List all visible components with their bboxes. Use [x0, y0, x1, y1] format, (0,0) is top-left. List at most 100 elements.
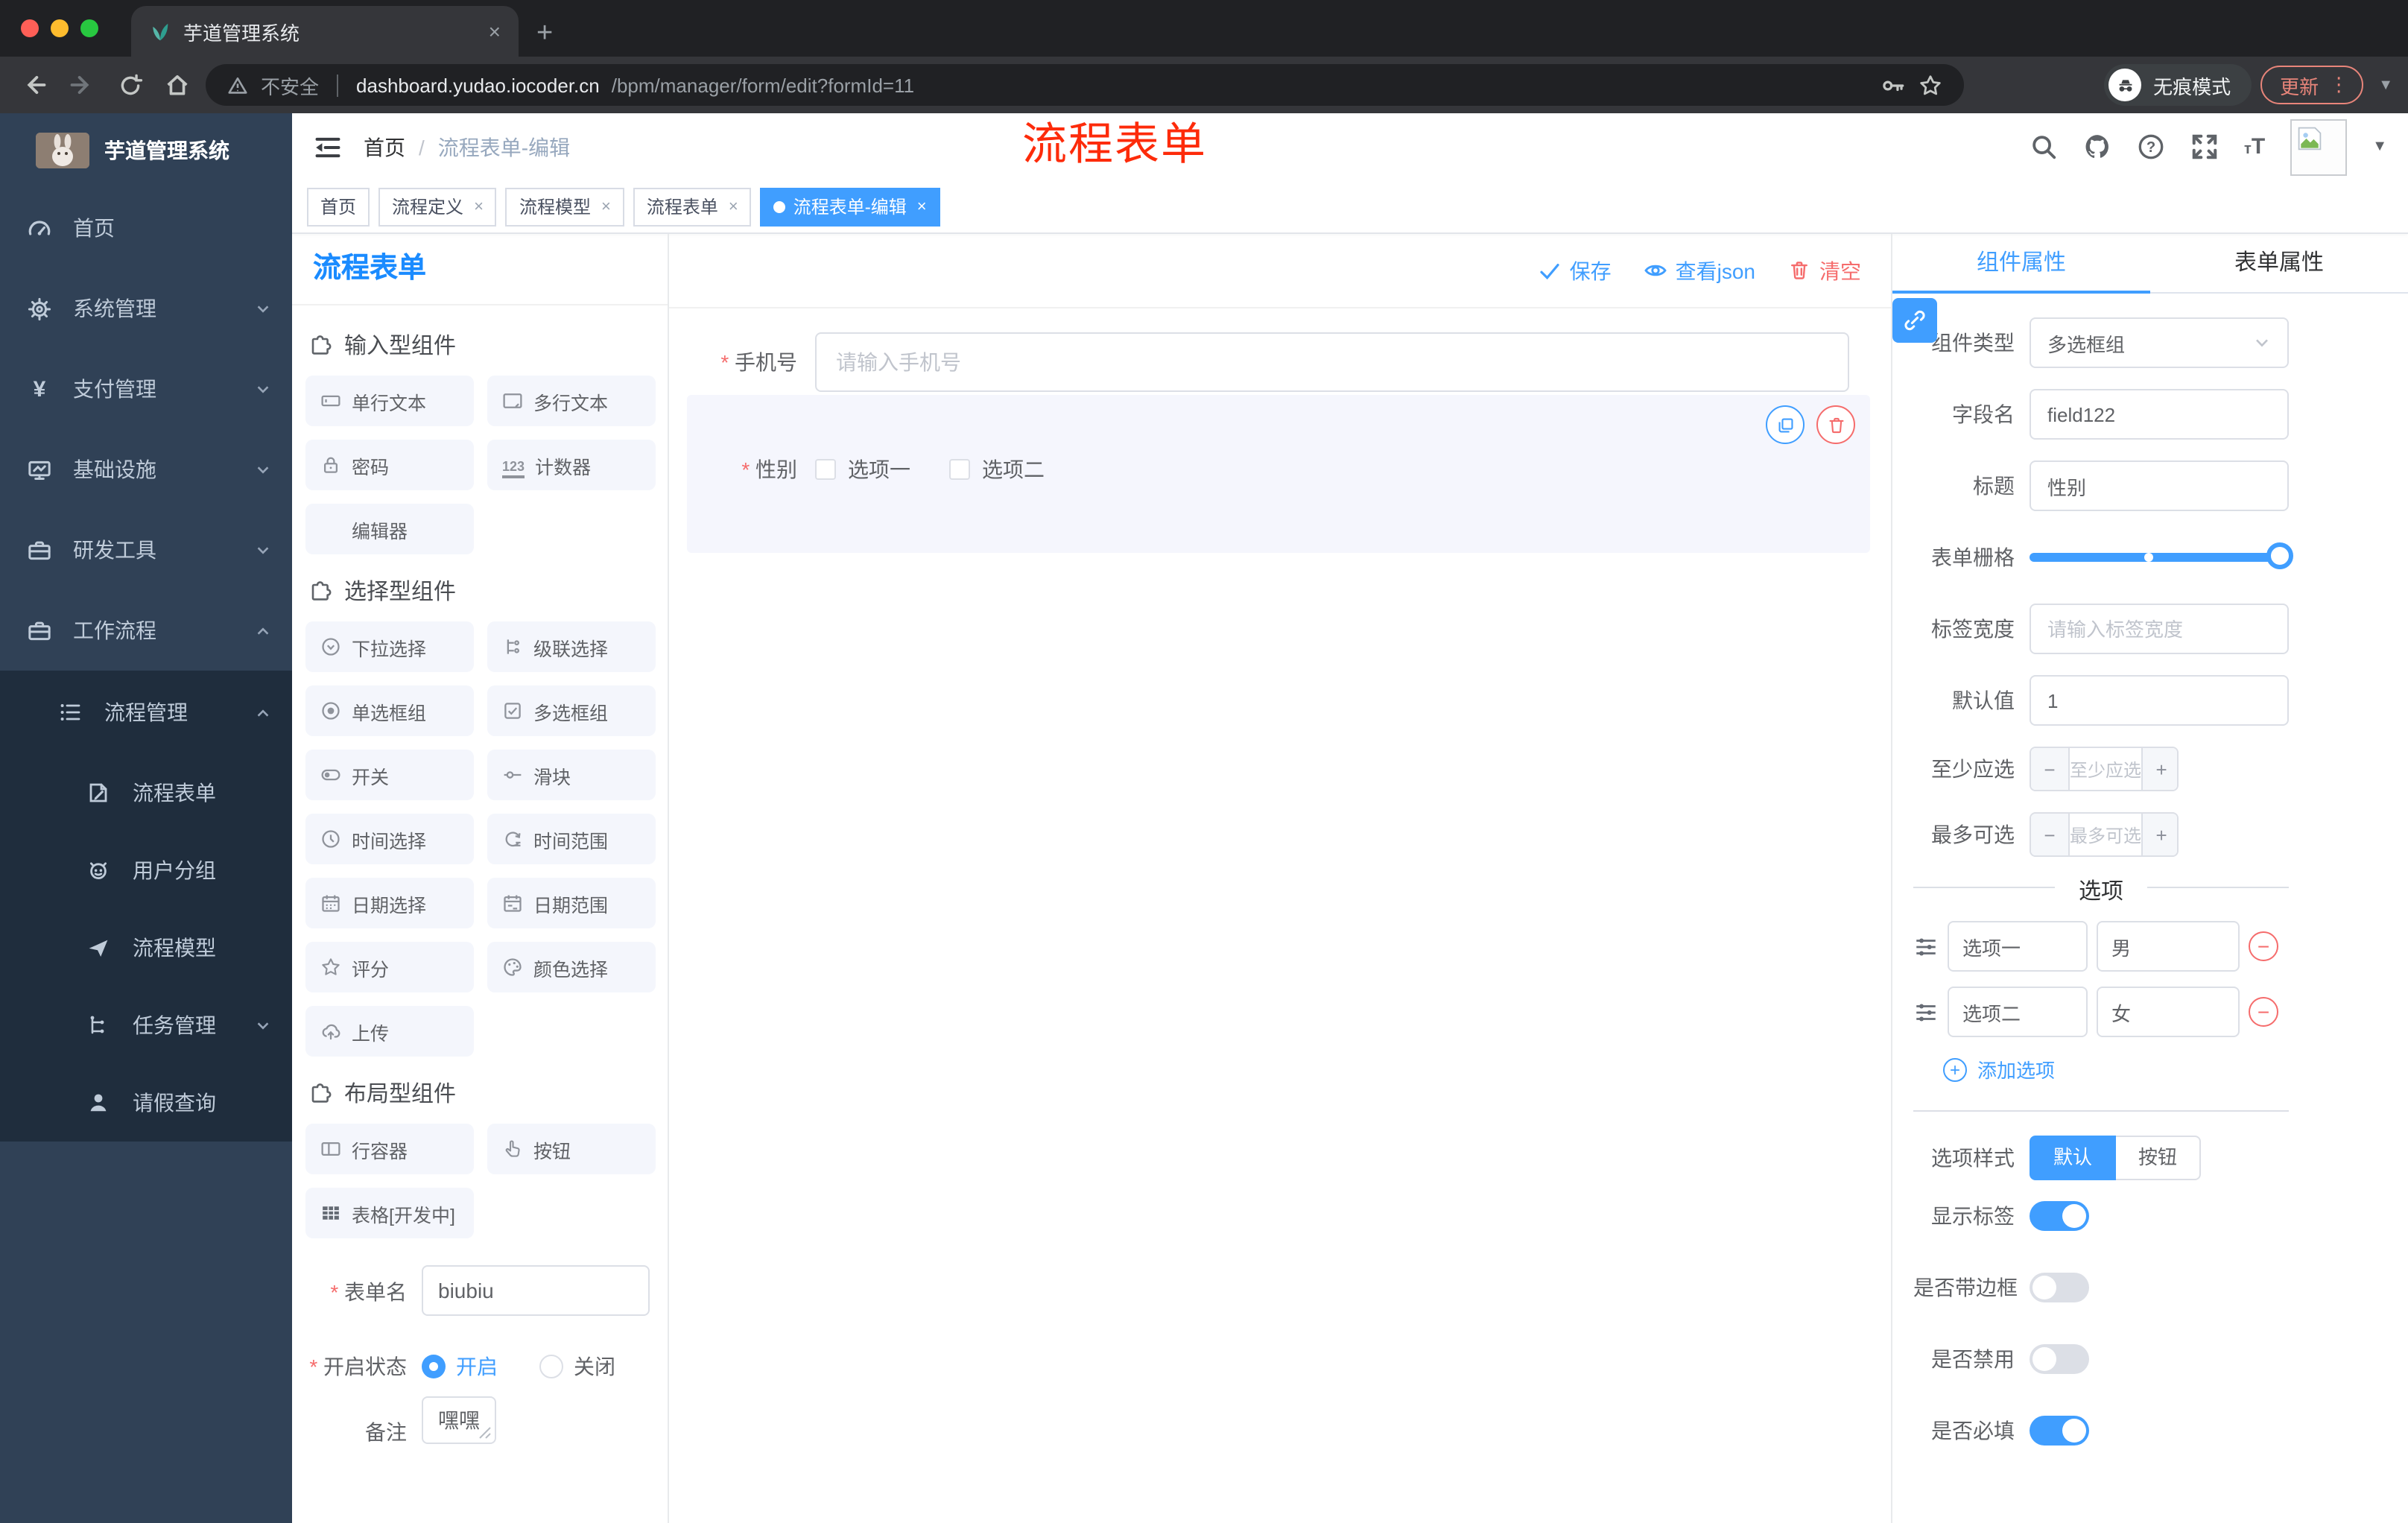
sidebar-item-home[interactable]: 首页 — [0, 188, 292, 268]
sidebar-item-task-manage[interactable]: 任务管理 — [0, 987, 292, 1064]
canvas-field-phone[interactable]: 手机号 请输入手机号 — [687, 332, 1870, 392]
fullscreen-icon[interactable] — [2190, 133, 2219, 161]
sidebar-item-leave-query[interactable]: 请假查询 — [0, 1064, 292, 1142]
palette-item-date-picker[interactable]: 日期选择 — [305, 878, 474, 928]
sidebar-item-process-model[interactable]: 流程模型 — [0, 909, 292, 987]
sidebar-item-infra[interactable]: 基础设施 — [0, 429, 292, 510]
chevron-down-icon[interactable]: ▼ — [2378, 77, 2393, 93]
new-tab-button[interactable]: + — [536, 19, 553, 48]
palette-item-upload[interactable]: 上传 — [305, 1006, 474, 1057]
data-binding-link-button[interactable] — [1892, 298, 1937, 343]
form-grid-slider[interactable] — [2030, 542, 2293, 569]
sidebar-item-user-group[interactable]: 用户分组 — [0, 832, 292, 909]
add-option-button[interactable]: + 添加选项 — [1943, 1055, 2289, 1083]
status-radio-on[interactable]: 开启 — [422, 1352, 498, 1381]
tag-process-form-edit[interactable]: 流程表单-编辑 × — [760, 187, 940, 226]
sidebar-item-workflow[interactable]: 工作流程 — [0, 590, 292, 671]
resize-handle-icon[interactable] — [478, 1426, 492, 1440]
close-icon[interactable]: × — [729, 197, 738, 215]
gender-option-2[interactable]: 选项二 — [949, 455, 1045, 484]
palette-item-select[interactable]: 下拉选择 — [305, 621, 474, 672]
slider-handle[interactable] — [2266, 542, 2293, 569]
palette-item-slider[interactable]: 滑块 — [487, 750, 656, 800]
disabled-toggle[interactable] — [2030, 1344, 2089, 1374]
palette-item-password[interactable]: 密码 — [305, 440, 474, 490]
sidebar-collapse-icon[interactable] — [313, 132, 343, 162]
home-icon[interactable] — [158, 66, 197, 104]
browser-tab[interactable]: 芋道管理系统 × — [131, 6, 519, 57]
bookmark-star-icon[interactable] — [1918, 72, 1943, 98]
phone-input[interactable]: 请输入手机号 — [815, 332, 1849, 392]
field-name-input[interactable] — [2030, 389, 2289, 440]
palette-item-time-range[interactable]: 时间范围 — [487, 814, 656, 864]
copy-component-button[interactable] — [1766, 405, 1805, 444]
canvas-body[interactable]: 手机号 请输入手机号 — [669, 308, 1891, 1523]
close-icon[interactable]: × — [917, 197, 927, 215]
form-name-input[interactable] — [422, 1265, 650, 1316]
status-radio-off[interactable]: 关闭 — [539, 1352, 615, 1381]
border-toggle[interactable] — [2030, 1273, 2089, 1302]
window-zoom-button[interactable] — [80, 19, 98, 37]
back-icon[interactable] — [15, 66, 54, 104]
palette-item-checkbox-group[interactable]: 多选框组 — [487, 685, 656, 736]
close-icon[interactable]: × — [601, 197, 611, 215]
minus-button[interactable]: − — [2031, 748, 2070, 790]
clear-button[interactable]: 清空 — [1788, 256, 1861, 285]
remove-option-button[interactable]: − — [2249, 997, 2278, 1027]
browser-menu-icon[interactable]: ⋮ — [2329, 73, 2348, 97]
min-select-value[interactable]: 至少应选 — [2070, 748, 2141, 790]
security-warning-icon[interactable] — [226, 74, 249, 96]
tag-process-form[interactable]: 流程表单 × — [633, 187, 752, 226]
save-button[interactable]: 保存 — [1539, 256, 1612, 285]
key-icon[interactable] — [1881, 72, 1906, 98]
forward-icon[interactable] — [63, 66, 101, 104]
app-logo[interactable]: 芋道管理系统 — [0, 113, 292, 188]
palette-item-single-text[interactable]: 单行文本 — [305, 376, 474, 426]
palette-item-editor[interactable]: 编辑器 — [305, 504, 474, 554]
form-remark-textarea[interactable]: 嘿嘿 — [422, 1396, 496, 1444]
palette-item-color-picker[interactable]: 颜色选择 — [487, 942, 656, 992]
show-label-toggle[interactable] — [2030, 1201, 2089, 1231]
checkbox-unchecked-icon[interactable] — [815, 459, 836, 480]
component-type-select[interactable]: 多选框组 — [2030, 317, 2289, 368]
max-select-value[interactable]: 最多可选 — [2070, 814, 2141, 855]
option-label-input[interactable] — [1948, 921, 2088, 972]
style-button-button[interactable]: 按钮 — [2116, 1136, 2202, 1180]
checkbox-unchecked-icon[interactable] — [949, 459, 970, 480]
tab-close-icon[interactable]: × — [489, 19, 501, 43]
style-default-button[interactable]: 默认 — [2030, 1136, 2117, 1180]
palette-item-time-picker[interactable]: 时间选择 — [305, 814, 474, 864]
required-toggle[interactable] — [2030, 1416, 2089, 1446]
palette-item-row-container[interactable]: 行容器 — [305, 1124, 474, 1174]
close-icon[interactable]: × — [474, 197, 484, 215]
font-size-icon[interactable]: тT — [2244, 134, 2265, 159]
tab-component-props[interactable]: 组件属性 — [1892, 234, 2150, 292]
delete-component-button[interactable] — [1816, 405, 1855, 444]
palette-item-switch[interactable]: 开关 — [305, 750, 474, 800]
palette-item-textarea[interactable]: 多行文本 — [487, 376, 656, 426]
selected-component-gender[interactable]: 性别 选项一 选项二 — [687, 395, 1870, 553]
tag-home[interactable]: 首页 — [307, 187, 370, 226]
avatar[interactable] — [2290, 118, 2348, 175]
plus-button[interactable]: + — [2141, 748, 2177, 790]
github-icon[interactable] — [2083, 133, 2111, 161]
sidebar-item-process-form[interactable]: 流程表单 — [0, 754, 292, 832]
sidebar-item-system[interactable]: 系统管理 — [0, 268, 292, 349]
palette-item-cascader[interactable]: 级联选择 — [487, 621, 656, 672]
drag-handle-icon[interactable] — [1913, 934, 1939, 959]
drag-handle-icon[interactable] — [1913, 999, 1939, 1025]
palette-item-date-range[interactable]: 日期范围 — [487, 878, 656, 928]
search-icon[interactable] — [2030, 133, 2058, 161]
default-value-input[interactable] — [2030, 675, 2289, 726]
title-input[interactable] — [2030, 460, 2289, 511]
view-json-button[interactable]: 查看json — [1644, 256, 1755, 285]
option-value-input[interactable] — [2097, 921, 2240, 972]
chevron-down-icon[interactable]: ▼ — [2372, 139, 2387, 155]
sidebar-item-devtools[interactable]: 研发工具 — [0, 510, 292, 590]
palette-item-button[interactable]: 按钮 — [487, 1124, 656, 1174]
label-width-input[interactable] — [2030, 604, 2289, 654]
tab-form-props[interactable]: 表单属性 — [2150, 234, 2408, 292]
gender-option-1[interactable]: 选项一 — [815, 455, 910, 484]
window-minimize-button[interactable] — [51, 19, 69, 37]
sidebar-item-process-manage[interactable]: 流程管理 — [0, 671, 292, 754]
